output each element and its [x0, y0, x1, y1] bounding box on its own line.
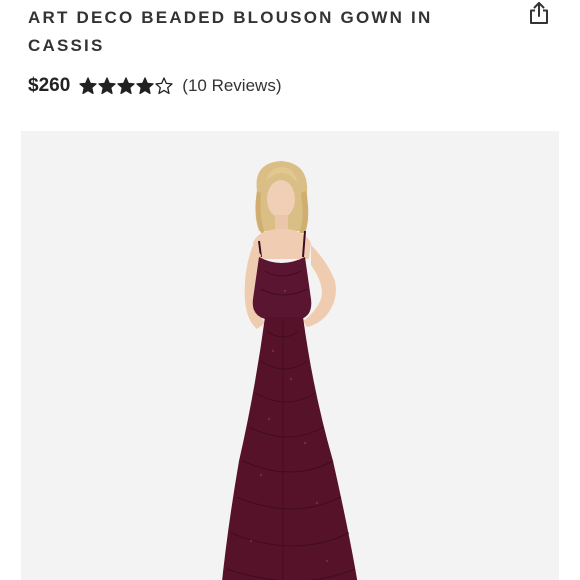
star-rating[interactable] [79, 77, 174, 95]
product-price: $260 [28, 75, 71, 96]
star-filled-icon [98, 77, 116, 95]
gown-skirt [222, 317, 358, 580]
star-filled-icon [79, 77, 97, 95]
product-title: ART DECO BEADED BLOUSON GOWN IN CASSIS [28, 8, 433, 55]
gown-bodice [252, 257, 312, 319]
price-rating-row: $260 (10 Reviews) [28, 74, 281, 98]
product-image[interactable] [21, 131, 559, 580]
star-outline-icon [155, 77, 173, 95]
share-icon [530, 2, 548, 24]
reviews-link[interactable]: (10 Reviews) [182, 76, 281, 96]
star-filled-icon [136, 77, 154, 95]
model-face [267, 180, 295, 218]
star-filled-icon [117, 77, 135, 95]
share-button[interactable] [526, 0, 552, 26]
